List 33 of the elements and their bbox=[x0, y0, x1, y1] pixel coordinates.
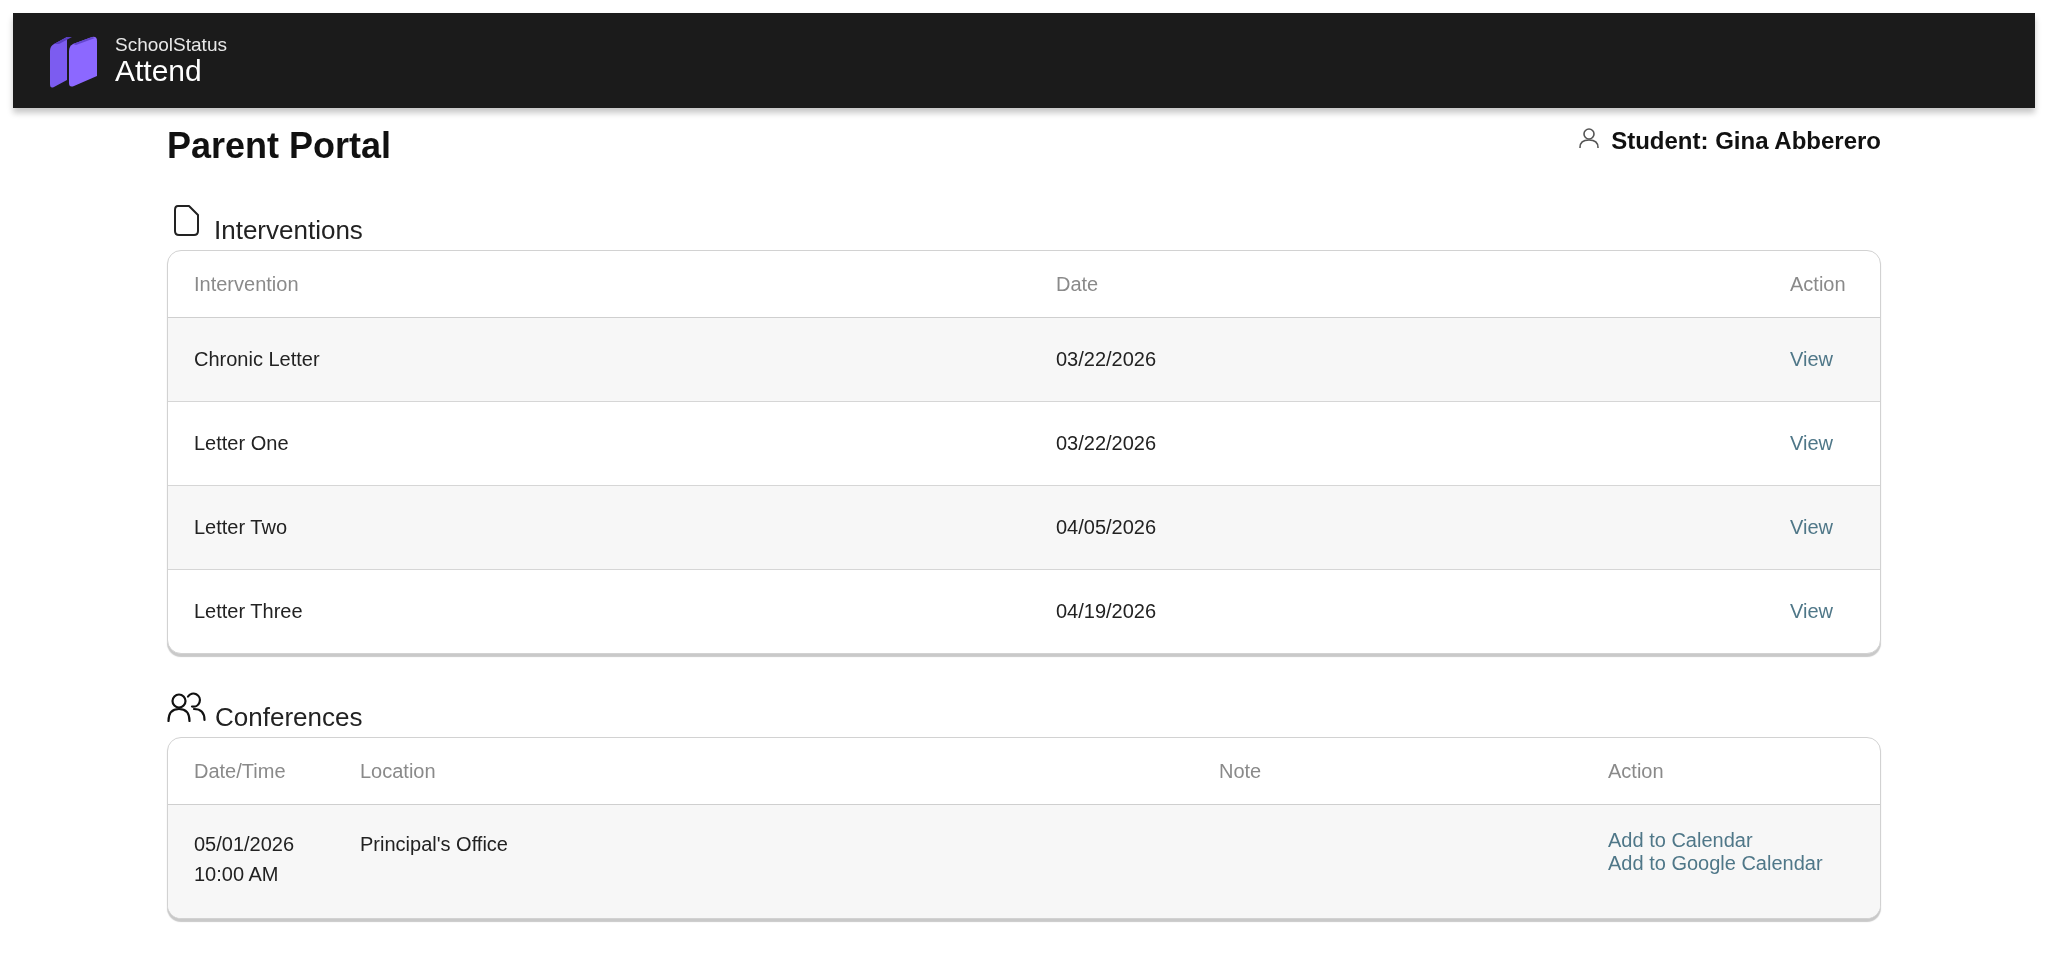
page-title: Parent Portal bbox=[167, 124, 392, 168]
brand-name: SchoolStatus bbox=[115, 34, 227, 55]
view-link[interactable]: View bbox=[1790, 432, 1833, 455]
people-icon bbox=[167, 692, 206, 722]
conference-date: 05/01/2026 bbox=[194, 832, 296, 857]
calendar-link[interactable]: Add to Google Calendar bbox=[1608, 852, 1823, 875]
table-cell-text: Chronic Letter bbox=[194, 348, 321, 371]
table-cell-text: Letter One bbox=[194, 432, 290, 455]
table-cell-text: 04/19/2026 bbox=[1056, 600, 1158, 623]
document-icon bbox=[174, 205, 199, 236]
user-icon bbox=[1579, 128, 1600, 148]
table-cell-text: Letter Two bbox=[194, 516, 289, 539]
table-cell-text: Principal's Office bbox=[360, 832, 509, 857]
calendar-link[interactable]: Add to Calendar bbox=[1608, 829, 1753, 852]
table-cell-text: 03/22/2026 bbox=[1056, 432, 1158, 455]
table-cell-text: 03/22/2026 bbox=[1056, 348, 1158, 371]
conference-time: 10:00 AM bbox=[194, 862, 280, 887]
column-header: Action bbox=[1608, 759, 1664, 783]
view-link[interactable]: View bbox=[1790, 600, 1833, 623]
column-header: Intervention bbox=[194, 272, 299, 296]
table-cell-text: Letter Three bbox=[194, 600, 304, 623]
view-link[interactable]: View bbox=[1790, 516, 1833, 539]
section-title: Conferences bbox=[215, 702, 363, 732]
column-header: Date/Time bbox=[194, 759, 286, 783]
section-title: Interventions bbox=[214, 215, 363, 245]
view-link[interactable]: View bbox=[1790, 348, 1833, 371]
column-header: Note bbox=[1219, 759, 1262, 783]
column-header: Location bbox=[360, 759, 436, 783]
product-name: Attend bbox=[115, 54, 203, 87]
column-header: Date bbox=[1056, 272, 1099, 296]
table-cell-text: 04/05/2026 bbox=[1056, 516, 1158, 539]
student-name: Student: Gina Abberero bbox=[1611, 127, 1881, 155]
column-header: Action bbox=[1790, 272, 1846, 296]
